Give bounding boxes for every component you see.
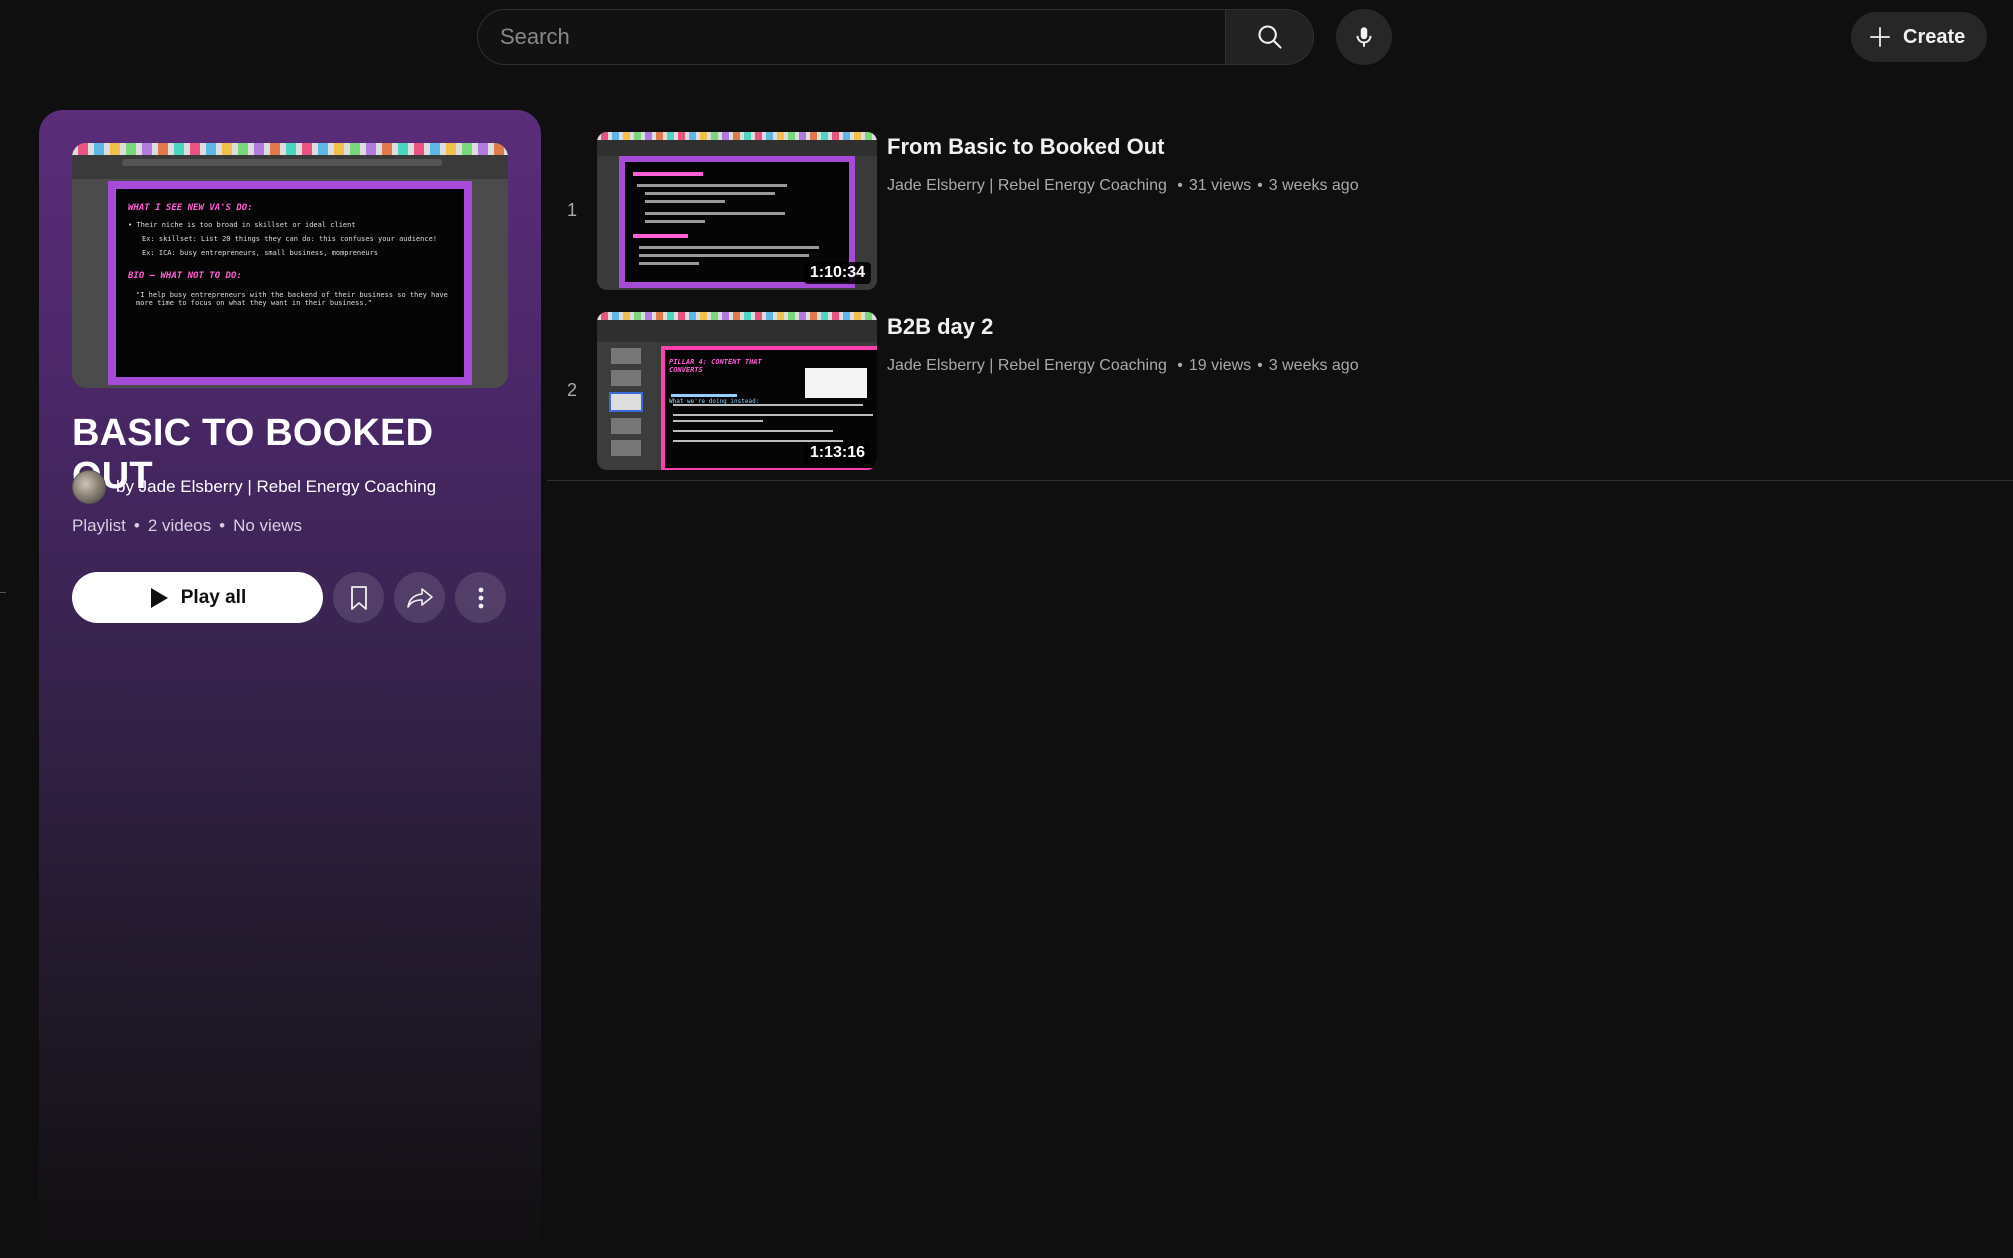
video-channel[interactable]: Jade Elsberry | Rebel Energy Coaching bbox=[887, 177, 1167, 195]
save-playlist-button[interactable] bbox=[333, 572, 384, 623]
playlist-owner[interactable]: by Jade Elsberry | Rebel Energy Coaching bbox=[72, 470, 436, 504]
video-index: 1 bbox=[566, 200, 577, 220]
playlist-views: No views bbox=[233, 516, 303, 535]
meta-separator: • bbox=[1172, 177, 1183, 194]
video-duration: 1:10:34 bbox=[803, 262, 871, 284]
meta-separator: • bbox=[1172, 357, 1183, 374]
meta-separator: • bbox=[1257, 177, 1263, 194]
list-divider bbox=[547, 480, 2013, 481]
search-box[interactable] bbox=[477, 9, 1226, 65]
more-actions-button[interactable] bbox=[455, 572, 506, 623]
meta-separator: • bbox=[219, 516, 226, 535]
video-title[interactable]: From Basic to Booked Out bbox=[887, 134, 1164, 160]
video-title[interactable]: B2B day 2 bbox=[887, 314, 993, 340]
microphone-icon bbox=[1356, 27, 1372, 47]
search-button[interactable] bbox=[1226, 9, 1314, 65]
video-thumbnail[interactable]: PILLAR 4: CONTENT THAT CONVERTS What we'… bbox=[597, 312, 877, 470]
search-icon bbox=[1257, 25, 1282, 49]
share-icon bbox=[406, 587, 433, 608]
video-duration: 1:13:16 bbox=[803, 442, 871, 464]
more-vert-icon bbox=[478, 587, 483, 608]
owner-name[interactable]: by Jade Elsberry | Rebel Energy Coaching bbox=[116, 477, 436, 497]
thumbnail-heading-2: BIO – WHAT NOT TO DO: bbox=[128, 271, 242, 281]
video-views: 19 views bbox=[1188, 357, 1252, 374]
share-button[interactable] bbox=[394, 572, 445, 623]
slide-heading: PILLAR 4: CONTENT THAT CONVERTS bbox=[669, 358, 762, 374]
play-all-label: Play all bbox=[180, 586, 247, 608]
playlist-thumbnail[interactable]: WHAT I SEE NEW VA'S DO: • Their niche is… bbox=[72, 143, 508, 388]
thumbnail-heading-1: WHAT I SEE NEW VA'S DO: bbox=[128, 203, 253, 213]
playlist-video-count: 2 videos bbox=[147, 516, 212, 535]
meta-separator: • bbox=[1257, 357, 1263, 374]
thumbnail-quote: "I help busy entrepreneurs with the back… bbox=[136, 291, 448, 307]
create-button[interactable]: Create bbox=[1851, 12, 1987, 62]
thumbnail-sub-1: Ex: skillset: List 20 things they can do… bbox=[142, 235, 438, 243]
video-views: 31 views bbox=[1188, 177, 1252, 194]
video-age: 3 weeks ago bbox=[1268, 357, 1359, 374]
video-channel[interactable]: Jade Elsberry | Rebel Energy Coaching bbox=[887, 357, 1167, 375]
edge-divider bbox=[0, 592, 6, 593]
playlist-type: Playlist bbox=[72, 516, 126, 535]
playlist-header-panel: WHAT I SEE NEW VA'S DO: • Their niche is… bbox=[39, 110, 541, 1240]
thumbnail-bullet-1: • Their niche is too broad in skillset o… bbox=[128, 221, 356, 229]
top-bar: Create bbox=[0, 0, 2013, 74]
avatar[interactable] bbox=[72, 470, 106, 504]
create-label: Create bbox=[1903, 25, 1966, 48]
video-age: 3 weeks ago bbox=[1268, 177, 1359, 194]
video-index: 2 bbox=[566, 380, 577, 400]
bookmark-icon bbox=[350, 585, 367, 610]
playlist-meta: Playlist • 2 videos • No views bbox=[72, 516, 302, 536]
voice-search-button[interactable] bbox=[1336, 9, 1392, 65]
play-all-button[interactable]: Play all bbox=[72, 572, 323, 623]
video-thumbnail[interactable]: 1:10:34 bbox=[597, 132, 877, 290]
meta-separator: • bbox=[133, 516, 140, 535]
search-input[interactable] bbox=[500, 24, 1225, 50]
video-meta: Jade Elsberry | Rebel Energy Coaching • … bbox=[887, 177, 1359, 195]
list-item[interactable]: 1 1:10:34 From Basic to Booked Out Jade … bbox=[547, 132, 2013, 312]
slide-subheading: What we're doing instead: bbox=[669, 398, 760, 405]
list-item[interactable]: 2 PILLAR 4: CONTENT THAT CONVERTS What w… bbox=[547, 312, 2013, 492]
play-icon bbox=[150, 587, 168, 608]
plus-icon bbox=[1870, 27, 1890, 47]
thumbnail-sub-2: Ex: ICA: busy entrepreneurs, small busin… bbox=[142, 249, 379, 257]
video-meta: Jade Elsberry | Rebel Energy Coaching • … bbox=[887, 357, 1359, 375]
